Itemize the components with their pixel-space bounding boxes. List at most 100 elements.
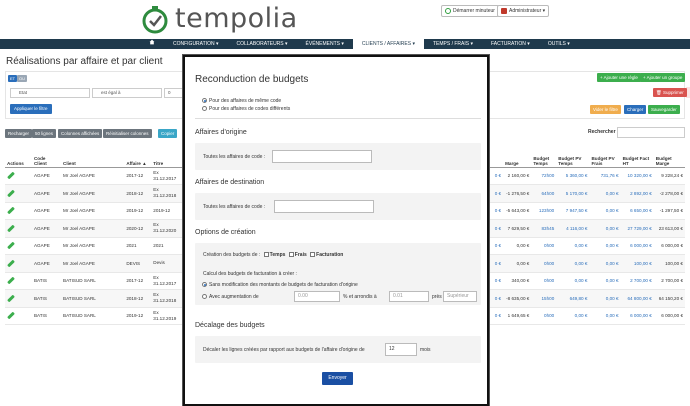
temps-checkbox[interactable] (263, 252, 269, 257)
nav-collaborateurs[interactable]: COLLABORATEURS ▾ (227, 39, 296, 49)
different-code-radio[interactable] (202, 106, 207, 111)
nav-home[interactable] (140, 39, 164, 49)
edit-action[interactable] (5, 289, 32, 308)
load-filter-button[interactable]: Charger (624, 105, 647, 114)
cell-affaire: DEVIS (124, 254, 152, 273)
edit-action[interactable] (5, 184, 32, 203)
col-code-client[interactable]: Code Client (31, 148, 62, 168)
cell-affaire: 2020-12 (124, 219, 152, 238)
pencil-icon[interactable] (7, 206, 15, 215)
submit-button[interactable]: Envoyer (322, 372, 353, 385)
cell-bm: 6 000,00 € (653, 237, 685, 255)
nav-configuration[interactable]: CONFIGURATION ▾ (164, 39, 227, 49)
search-input[interactable] (617, 127, 685, 138)
reload-button[interactable]: Recharger (5, 129, 33, 138)
frais-checkbox[interactable] (288, 252, 294, 257)
cell-titre: 2021 (151, 237, 182, 255)
shift-months-input[interactable]: 12 (385, 343, 417, 356)
filter-operator-select[interactable]: est égal à (92, 88, 162, 98)
reset-columns-button[interactable]: Réinitialiser colonnes (103, 129, 152, 138)
cell-bf: 6 000,00 € (620, 237, 654, 255)
pencil-icon[interactable] (7, 171, 15, 180)
page-title: Réalisations par affaire et par client (6, 56, 163, 67)
calc-no-change-option[interactable]: Sans modification des montants de budget… (202, 282, 358, 288)
edit-action[interactable] (5, 219, 32, 238)
pencil-icon[interactable] (7, 294, 15, 303)
edit-action[interactable] (5, 237, 32, 255)
col-actions[interactable]: Actions (5, 148, 32, 168)
different-code-option[interactable]: Pour des affaires de codes différents (202, 106, 290, 112)
pencil-icon[interactable] (7, 259, 15, 268)
col-client[interactable]: Client (61, 148, 125, 168)
stopwatch-logo-icon (140, 4, 170, 34)
app-logo[interactable]: tempolia (140, 3, 298, 34)
col-titre[interactable]: Titre (151, 148, 182, 168)
copy-button[interactable]: Copier (158, 129, 178, 138)
edit-action[interactable] (5, 307, 32, 325)
col-budget-temps[interactable]: Budget Temps (531, 148, 557, 168)
nav-facturation[interactable]: FACTURATION ▾ (482, 39, 539, 49)
apply-filter-button[interactable]: Appliquer le filtre (10, 104, 52, 114)
pencil-icon[interactable] (7, 241, 15, 250)
same-code-radio[interactable] (202, 98, 207, 103)
pencil-icon[interactable] (7, 189, 15, 198)
cell-code: BATIS (31, 272, 62, 290)
col-budget-fact-ht[interactable]: Budget Fact HT (620, 148, 654, 168)
add-group-button[interactable]: + Ajouter un groupe (640, 73, 686, 82)
col-marge[interactable]: Marge (503, 148, 532, 168)
cell-marge: 1 649,65 € (503, 307, 532, 325)
cell-hidden-amount: 0 € (494, 208, 502, 214)
edit-action[interactable] (5, 254, 32, 273)
cell-titre: Ex 31.12.2017 (151, 272, 182, 290)
empty-filter-button[interactable]: Vider le filtre (590, 105, 621, 114)
add-rule-button[interactable]: + Ajouter une règle (597, 73, 641, 82)
cell-bpvt: 5 360,00 € (556, 167, 590, 185)
nav-evenements[interactable]: ÉVÉNEMENTS ▾ (297, 39, 353, 49)
cell-bpvt: 5 170,00 € (556, 184, 590, 203)
calc-no-change-radio[interactable] (202, 282, 207, 287)
user-menu-button[interactable]: Administrateur ▾ (497, 5, 550, 17)
destination-code-input[interactable] (274, 200, 374, 213)
cell-hidden-amount: 0 € (494, 295, 502, 301)
cell-hidden-amount: 0 € (494, 260, 502, 266)
facturation-checkbox[interactable] (310, 252, 316, 257)
cell-bf: 27 729,00 € (620, 219, 654, 238)
cell-client: Mr Joel AGAPE (61, 184, 125, 203)
edit-action[interactable] (5, 272, 32, 290)
cell-marge: 7 629,50 € (503, 219, 532, 238)
cell-bm: 100,00 € (653, 254, 685, 273)
nav-temps-frais[interactable]: TEMPS / FRAIS ▾ (424, 39, 482, 49)
destination-section-title: Affaires de destination (195, 179, 265, 186)
pencil-icon[interactable] (7, 311, 15, 320)
calc-increase-radio[interactable] (202, 294, 207, 299)
col-budget-marge[interactable]: Budget Marge (653, 148, 685, 168)
cell-bf: 64 800,00 € (620, 289, 654, 308)
cell-code: BATIS (31, 307, 62, 325)
columns-shown-button[interactable]: Colonnes affichées (58, 129, 103, 138)
rounding-select[interactable]: 0.01 (389, 291, 429, 302)
filter-and-toggle[interactable]: ET (8, 75, 18, 82)
search-label: Rechercher : (588, 129, 619, 135)
col-affaire[interactable]: Affaire ▲ (124, 148, 152, 168)
page-length-button[interactable]: 50 lignes (32, 129, 57, 138)
pencil-icon[interactable] (7, 276, 15, 285)
start-timer-button[interactable]: Démarrer minuteur (441, 5, 499, 17)
origin-code-input[interactable] (272, 150, 372, 163)
calc-increase-option[interactable]: Avec augmentation de (202, 294, 259, 300)
col-budget-pv-frais[interactable]: Budget PV Frais (589, 148, 621, 168)
rounding-direction-select[interactable]: Supérieur (443, 291, 477, 302)
edit-action[interactable] (5, 202, 32, 220)
col-budget-pv-temps[interactable]: Budget PV Temps (556, 148, 590, 168)
nav-clients-affaires[interactable]: CLIENTS / AFFAIRES ▾ (352, 39, 424, 49)
delete-rule-button[interactable]: 🗑 Supprimer (653, 88, 687, 97)
cell-affaire: 2017-12 (124, 167, 152, 185)
increase-percent-input[interactable]: 0.00 (294, 291, 340, 302)
filter-or-toggle[interactable]: OU (17, 75, 27, 82)
nav-outils[interactable]: OUTILS ▾ (539, 39, 579, 49)
same-code-option[interactable]: Pour des affaires de même code (202, 98, 281, 104)
pencil-icon[interactable] (7, 224, 15, 233)
main-navbar: CONFIGURATION ▾ COLLABORATEURS ▾ ÉVÉNEME… (0, 39, 690, 49)
edit-action[interactable] (5, 167, 32, 185)
filter-field-select[interactable]: Etat (10, 88, 90, 98)
save-filter-button[interactable]: Sauvegarder (648, 105, 680, 114)
